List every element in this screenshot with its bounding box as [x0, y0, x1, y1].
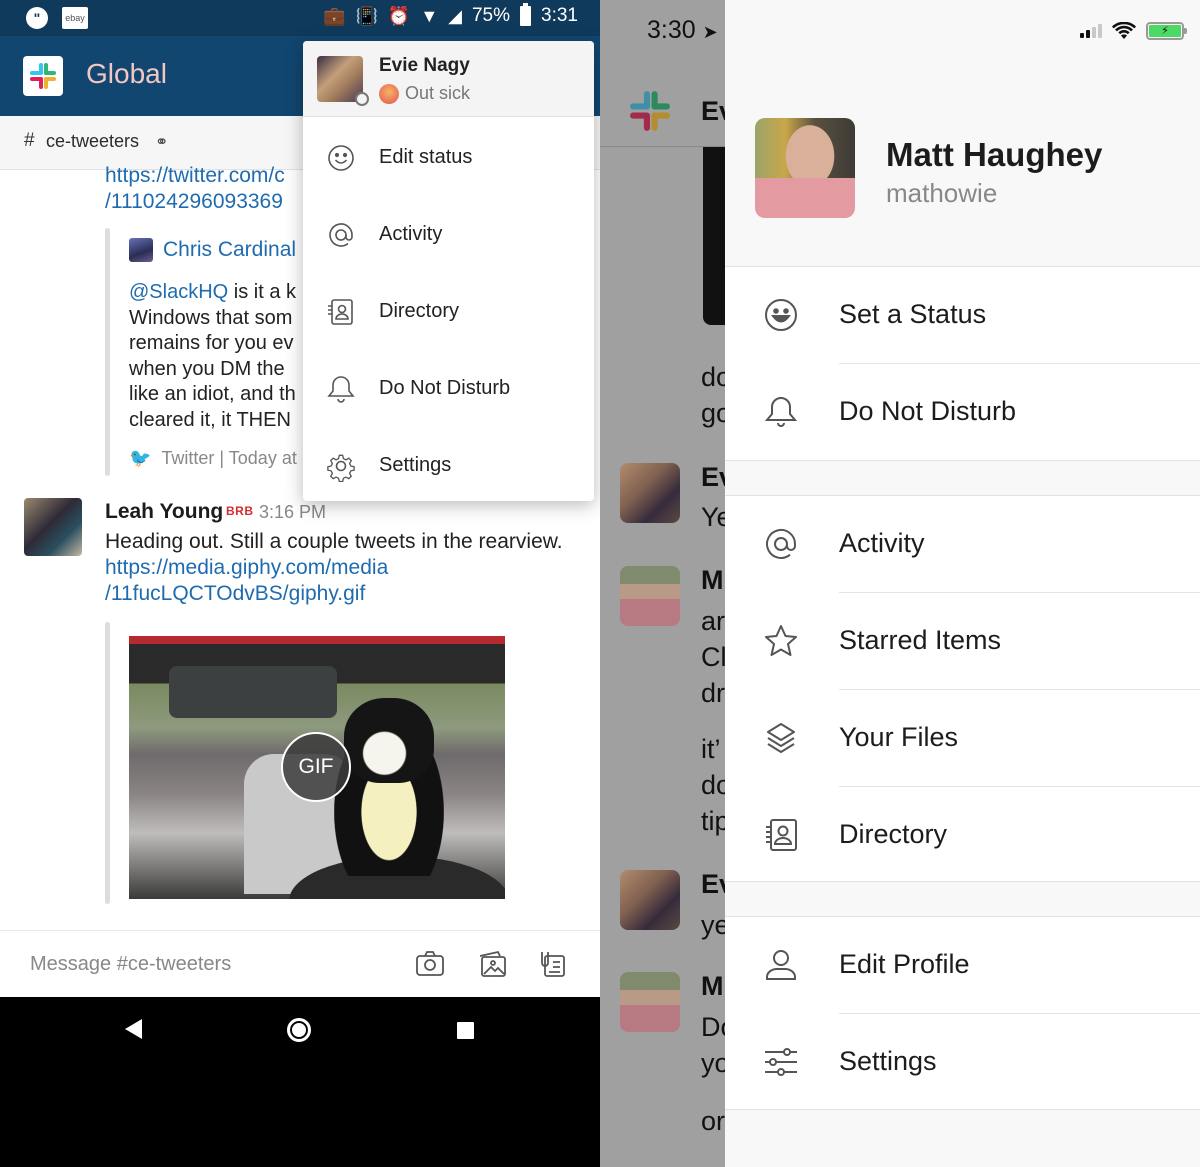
presence-away-icon — [355, 92, 369, 106]
slack-logo-icon[interactable] — [23, 56, 63, 96]
smiley-icon — [765, 299, 797, 331]
directory-icon — [328, 298, 353, 325]
tweet-link[interactable]: https://twitter.com/c — [105, 164, 285, 188]
smiley-icon — [328, 144, 354, 171]
popup-user-name: Evie Nagy — [379, 55, 470, 76]
bell-icon — [764, 396, 798, 427]
tweet-link-cont[interactable]: /111024296093369 — [105, 190, 283, 214]
sliders-icon — [765, 1048, 797, 1076]
gif-play-button[interactable]: GIF — [281, 732, 351, 802]
drawer-group-account: Edit Profile Settings — [725, 916, 1200, 1110]
location-arrow-icon: ➤ — [702, 22, 718, 42]
giphy-link-cont[interactable]: /11fucLQCTOdvBS/giphy.gif — [105, 582, 365, 606]
drawer-item-directory[interactable]: Directory — [725, 787, 1200, 884]
cellular-signal-icon — [1080, 24, 1102, 38]
drawer-item-activity[interactable]: Activity — [725, 496, 1200, 593]
tweet-quote-bar — [105, 228, 110, 476]
popup-profile-header[interactable]: Evie Nagy Out sick — [303, 41, 594, 117]
at-icon — [329, 222, 353, 247]
comparison-screenshot: " ebay 💼 📳 ⏰ ▼ ◢ 75% 3:31 Global # ce-tw… — [0, 0, 1200, 1167]
slack-logo-icon — [630, 91, 670, 131]
drawer-item-edit-profile[interactable]: Edit Profile — [725, 917, 1200, 1014]
tweet-mention[interactable]: @SlackHQ — [129, 281, 228, 303]
status-badge: BRB — [226, 504, 254, 518]
channel-name[interactable]: ce-tweeters — [46, 131, 139, 152]
recent-apps-icon[interactable] — [457, 1022, 474, 1039]
menu-item-edit-status[interactable]: Edit status — [303, 119, 594, 196]
back-icon[interactable] — [125, 1019, 142, 1039]
message-author[interactable]: Leah Young — [105, 500, 223, 524]
android-slack-screen: " ebay 💼 📳 ⏰ ▼ ◢ 75% 3:31 Global # ce-tw… — [0, 0, 600, 1167]
at-icon — [766, 529, 796, 559]
layers-icon — [767, 723, 795, 753]
drawer-item-settings[interactable]: Settings — [725, 1014, 1200, 1111]
bell-icon — [327, 375, 355, 403]
background-media — [703, 147, 725, 325]
briefcase-icon: 💼 — [323, 5, 346, 26]
profile-drawer: ⚡ Matt Haughey mathowie Set a Status Do … — [725, 0, 1200, 1167]
attachment-bar — [105, 622, 110, 904]
signal-icon: ◢ — [448, 5, 462, 26]
android-nav-bar — [0, 997, 600, 1167]
tweet-author-name[interactable]: Chris Cardinal — [163, 238, 296, 262]
tweet-footer: 🐦 Twitter | Today at — [129, 448, 297, 468]
drawer-item-starred-items[interactable]: Starred Items — [725, 593, 1200, 690]
star-icon — [765, 625, 797, 656]
profile-handle: mathowie — [886, 178, 998, 208]
message-composer[interactable]: Message #ce-tweeters — [0, 930, 600, 997]
twitter-bird-icon: 🐦 — [129, 448, 152, 468]
giphy-link[interactable]: https://media.giphy.com/media — [105, 556, 388, 580]
ebay-icon: ebay — [62, 7, 88, 29]
sick-emoji-icon — [379, 83, 399, 104]
drawer-group-navigation: Activity Starred Items Your Files Direct… — [725, 495, 1200, 882]
person-icon — [766, 950, 796, 980]
wifi-icon: ▼ — [420, 5, 439, 26]
avatar[interactable] — [24, 498, 82, 556]
background-avatar — [620, 566, 680, 626]
background-avatar — [620, 870, 680, 930]
android-status-bar: " ebay 💼 📳 ⏰ ▼ ◢ 75% 3:31 — [0, 0, 600, 36]
profile-name: Matt Haughey — [886, 136, 1103, 173]
tweet-text: @SlackHQ is it a k Windows that som rema… — [129, 281, 297, 431]
photo-gallery-icon[interactable] — [476, 948, 508, 980]
hangouts-icon: " — [26, 7, 48, 29]
message-timestamp: 3:16 PM — [259, 502, 327, 522]
wifi-icon — [1112, 22, 1136, 39]
message-text: Heading out. Still a couple tweets in th… — [105, 530, 563, 553]
camera-icon[interactable] — [414, 948, 446, 980]
home-icon[interactable] — [287, 1018, 311, 1042]
workspace-title[interactable]: Global — [86, 58, 167, 90]
tweet-author-avatar — [129, 238, 153, 262]
menu-item-settings[interactable]: Settings — [303, 427, 594, 501]
battery-charging-icon: ⚡ — [1146, 22, 1187, 40]
menu-item-do-not-disturb[interactable]: Do Not Disturb — [303, 350, 594, 427]
battery-percent: 75% — [471, 5, 511, 26]
message-input[interactable]: Message #ce-tweeters — [30, 953, 231, 976]
tweet-author: Chris Cardinal — [129, 238, 296, 262]
background-avatar — [620, 972, 680, 1032]
ios-status-time: 3:30 ➤ — [647, 16, 718, 44]
drawer-item-your-files[interactable]: Your Files — [725, 690, 1200, 787]
menu-item-activity[interactable]: Activity — [303, 196, 594, 273]
gear-icon — [327, 454, 355, 482]
gif-preview[interactable]: GIF — [129, 636, 505, 899]
profile-popup-menu: Evie Nagy Out sick Edit status Activity … — [303, 41, 594, 501]
drawer-item-do-not-disturb[interactable]: Do Not Disturb — [725, 364, 1200, 461]
menu-item-directory[interactable]: Directory — [303, 273, 594, 350]
ios-slack-screen: 3:30 ➤ Ev do go Ev Ye M ar Cl dr it’ do … — [600, 0, 1200, 1167]
drawer-item-set-status[interactable]: Set a Status — [725, 267, 1200, 364]
channel-hash-icon: # — [24, 130, 35, 151]
directory-icon — [766, 819, 797, 851]
drawer-group-status: Set a Status Do Not Disturb — [725, 266, 1200, 461]
background-avatar — [620, 463, 680, 523]
status-time: 3:31 — [541, 5, 578, 26]
avatar[interactable] — [755, 118, 855, 218]
battery-icon — [520, 3, 532, 26]
ios-status-icons: ⚡ — [1080, 22, 1187, 40]
vibrate-icon: 📳 — [355, 5, 378, 26]
attach-file-icon[interactable] — [536, 948, 568, 980]
shared-channel-icon: ⚭ — [155, 134, 169, 151]
popup-user-status: Out sick — [379, 83, 470, 104]
alarm-icon: ⏰ — [387, 5, 411, 26]
